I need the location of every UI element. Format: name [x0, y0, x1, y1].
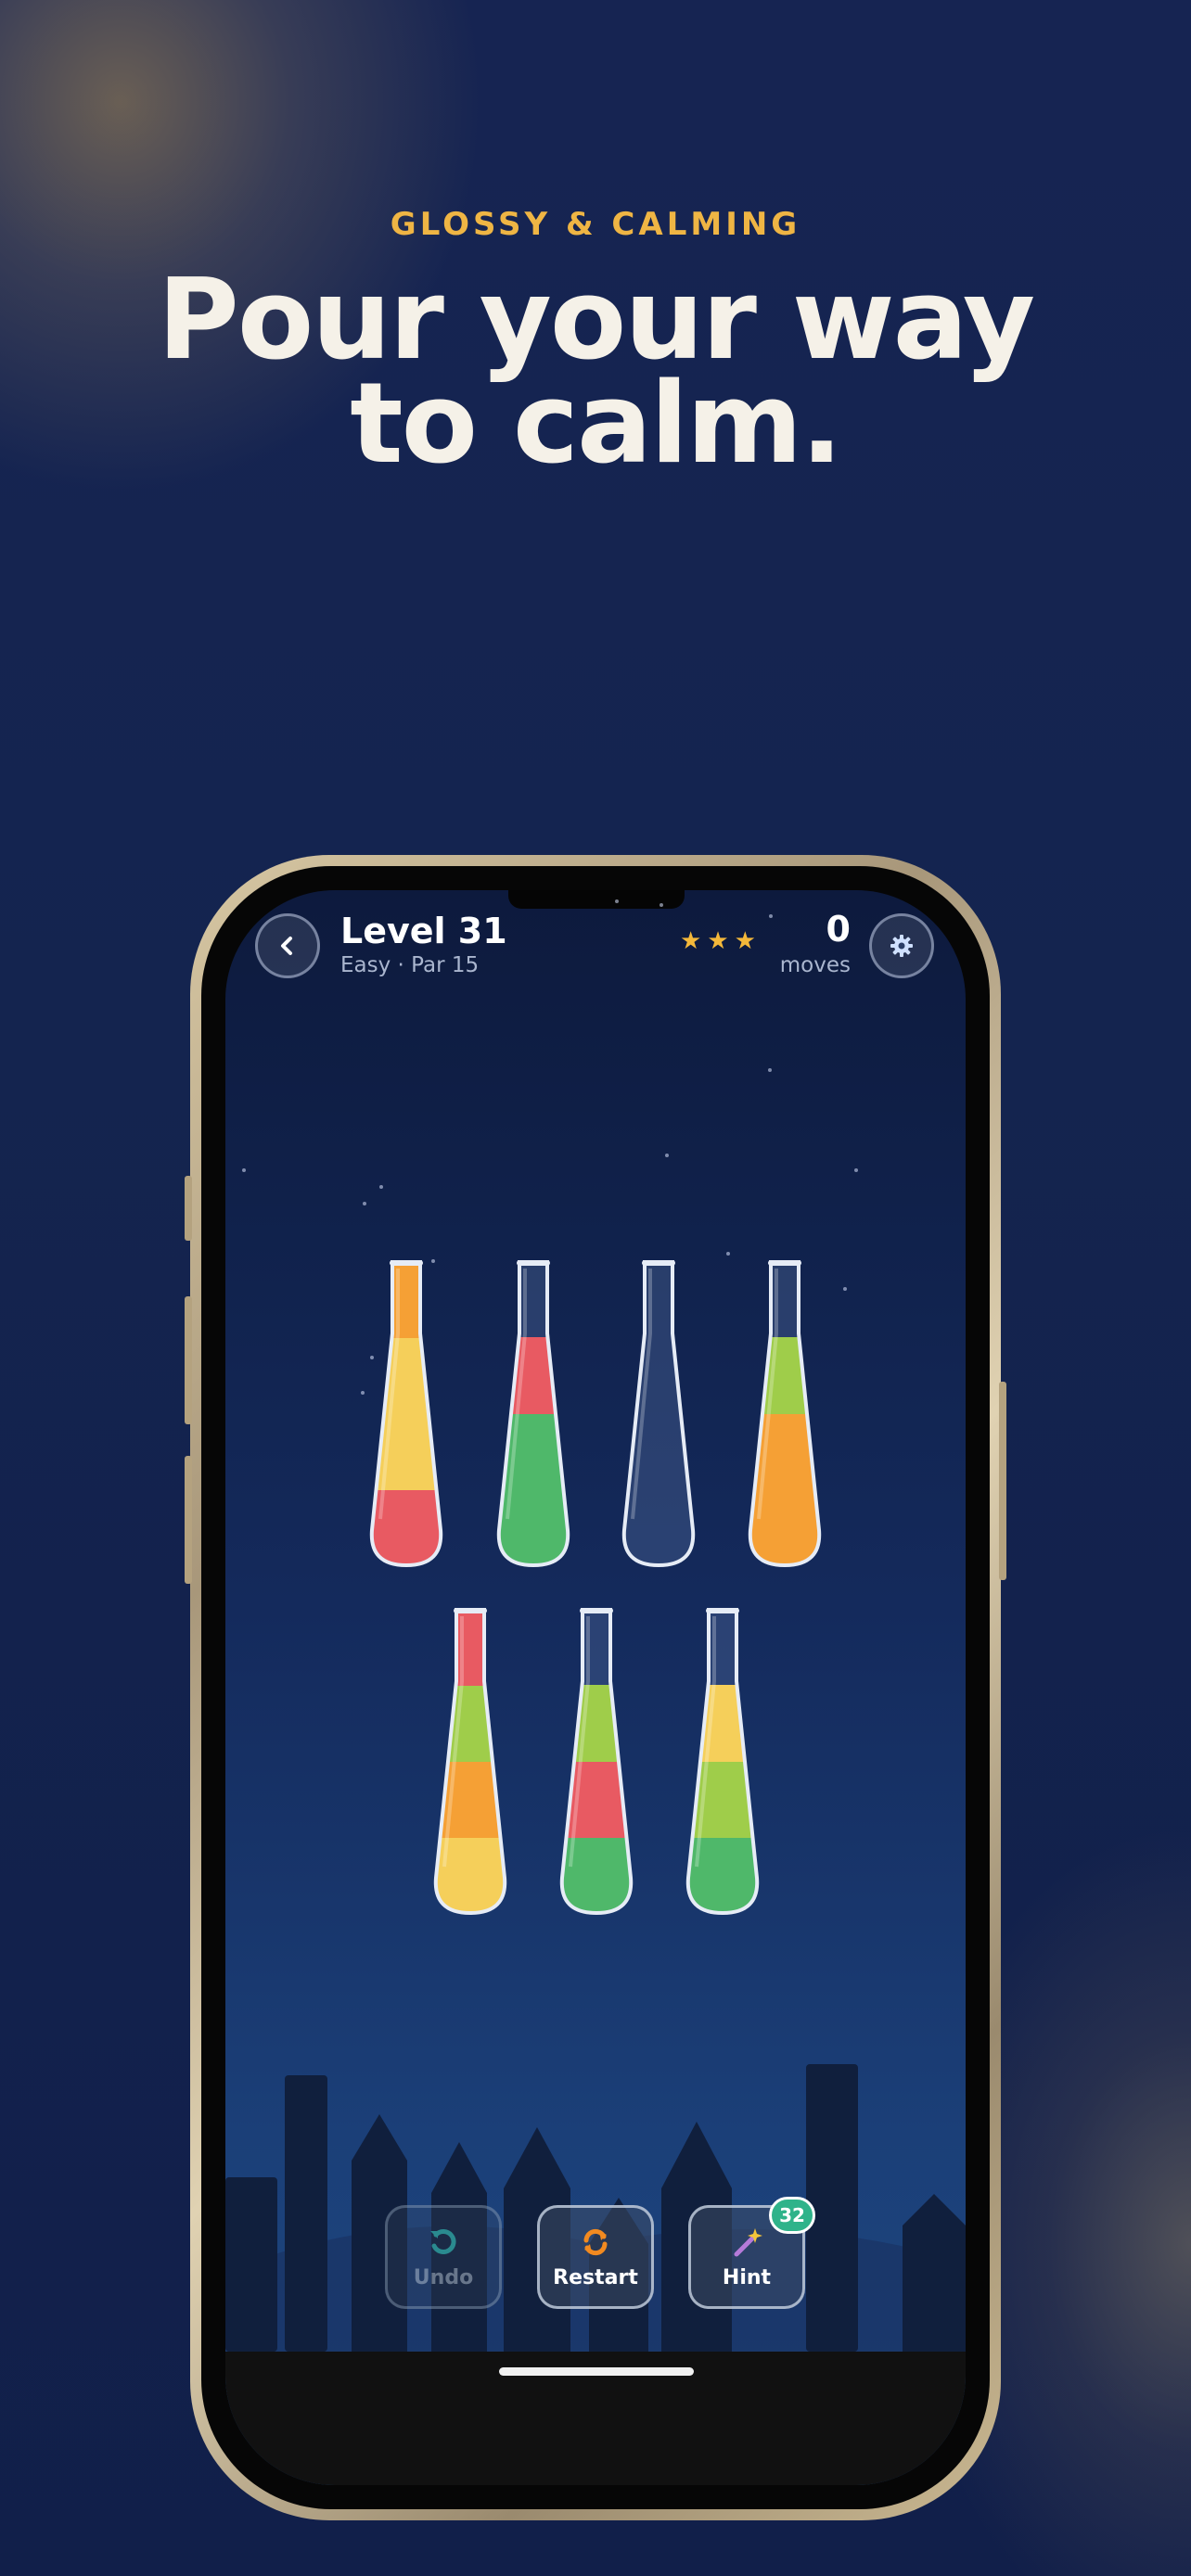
- restart-button[interactable]: Restart: [537, 2205, 654, 2309]
- star-icon: ★: [680, 927, 702, 955]
- liquid-layer-yellow: [371, 1337, 442, 1414]
- headline-line-2: to calm.: [350, 360, 842, 489]
- sky-star: [242, 1168, 246, 1172]
- tube-r1-1[interactable]: [362, 1259, 451, 1569]
- back-button[interactable]: [255, 913, 320, 978]
- liquid-layer-green: [498, 1413, 569, 1490]
- volume-up-button: [185, 1296, 192, 1424]
- home-indicator[interactable]: [499, 2367, 694, 2376]
- liquid-layer-yellow: [687, 1685, 758, 1762]
- liquid-layer-lime: [561, 1685, 632, 1762]
- tube-r1-3[interactable]: [614, 1259, 703, 1569]
- promo-eyebrow: GLOSSY & CALMING: [390, 206, 801, 243]
- liquid-layer-orange: [435, 1761, 506, 1838]
- promo-headline: Pour your way to calm.: [0, 256, 1191, 489]
- undo-button[interactable]: Undo: [385, 2205, 502, 2309]
- liquid-layer-orange: [371, 1262, 442, 1338]
- sky-star: [363, 1202, 366, 1205]
- tube-r1-2[interactable]: [489, 1259, 578, 1569]
- hint-label: Hint: [722, 2265, 772, 2289]
- star-icon: ★: [707, 927, 729, 955]
- gear-icon: [890, 935, 913, 957]
- tube-r2-3[interactable]: [678, 1607, 767, 1917]
- settings-button[interactable]: [869, 913, 934, 978]
- liquid-layer-lime: [749, 1337, 820, 1414]
- liquid-layer-lime: [435, 1685, 506, 1762]
- hint-count-badge: 32: [769, 2197, 815, 2234]
- star-icon: ★: [734, 927, 756, 955]
- sky-star: [660, 903, 663, 907]
- game-screen: Level 31 Easy · Par 15 ★ ★ ★ 0 moves Und…: [225, 890, 966, 2485]
- moves-count: 0: [826, 909, 851, 950]
- sky-star: [768, 1068, 772, 1072]
- volume-down-button: [185, 1456, 192, 1584]
- sky-star: [769, 914, 773, 918]
- sky-star: [615, 899, 619, 903]
- moves-label: moves: [779, 953, 851, 977]
- sky-star: [665, 1154, 669, 1157]
- sky-star: [854, 1168, 858, 1172]
- chevron-left-icon: [281, 937, 292, 955]
- mute-switch: [185, 1176, 192, 1241]
- magic-wand-icon: [730, 2225, 763, 2261]
- liquid-layer-yellow: [371, 1413, 442, 1490]
- tube-r2-1[interactable]: [426, 1607, 515, 1917]
- tube-r2-2[interactable]: [552, 1607, 641, 1917]
- restart-icon: [579, 2225, 612, 2261]
- liquid-layer-orange: [749, 1413, 820, 1490]
- liquid-layer-red: [498, 1337, 569, 1414]
- tube-r1-4[interactable]: [740, 1259, 829, 1569]
- liquid-layer-red: [561, 1761, 632, 1838]
- sky-star: [379, 1185, 383, 1189]
- liquid-layer-red: [435, 1610, 506, 1686]
- undo-label: Undo: [413, 2265, 474, 2289]
- sky-star: [726, 1252, 730, 1256]
- dynamic-island: [508, 890, 685, 909]
- sky-star: [843, 1287, 847, 1291]
- liquid-layer-lime: [687, 1761, 758, 1838]
- star-rating: ★ ★ ★: [680, 929, 756, 953]
- level-title: Level 31: [340, 911, 507, 951]
- level-subtitle: Easy · Par 15: [340, 953, 480, 977]
- power-button: [999, 1382, 1006, 1580]
- hint-button[interactable]: Hint 32: [688, 2197, 815, 2309]
- restart-label: Restart: [553, 2265, 638, 2289]
- undo-icon: [427, 2225, 460, 2261]
- headline-line-1: Pour your way: [157, 256, 1035, 385]
